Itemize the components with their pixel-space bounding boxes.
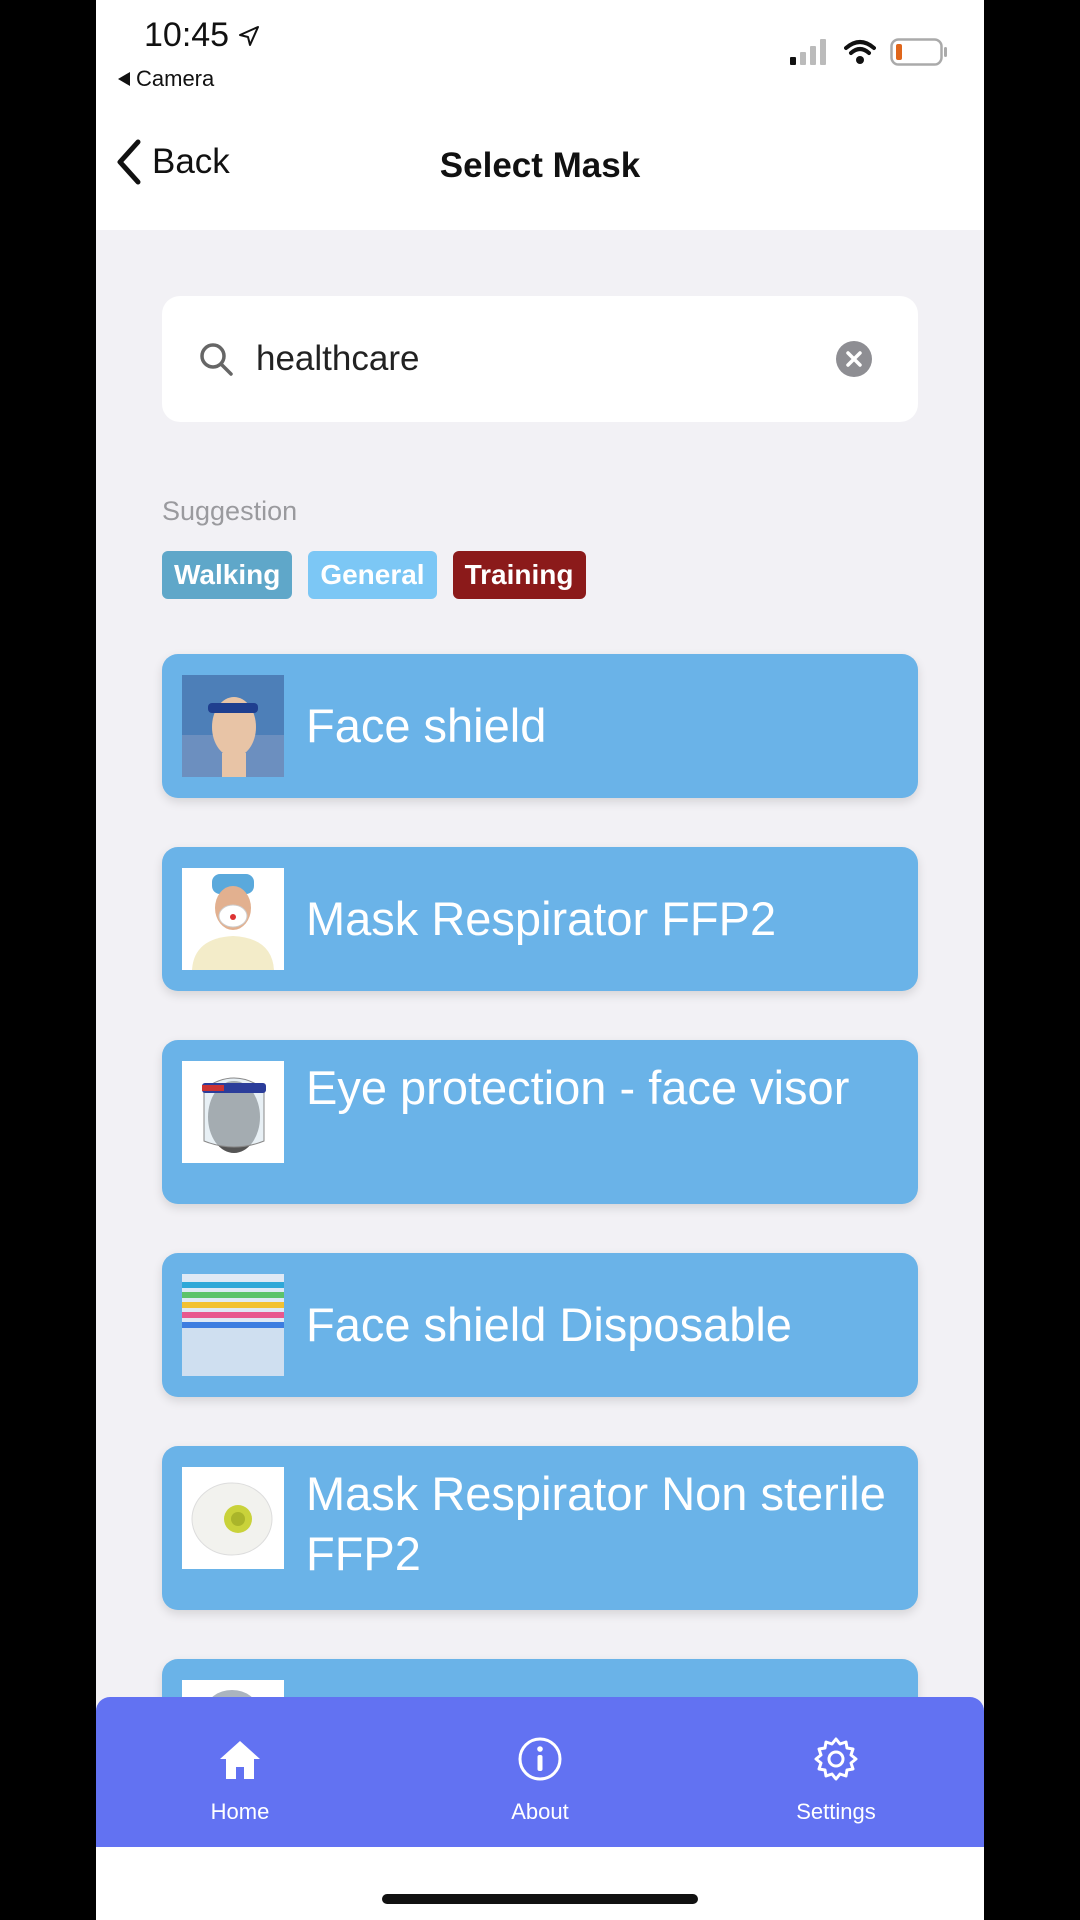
tab-settings[interactable]: Settings <box>736 1697 936 1847</box>
suggestion-label: Suggestion <box>162 496 298 526</box>
battery-icon <box>890 38 947 66</box>
chip-walking[interactable]: Walking <box>162 551 293 599</box>
back-triangle-icon <box>118 72 130 86</box>
tab-about-label: About <box>511 1799 569 1824</box>
tab-home-label: Home <box>210 1799 270 1824</box>
mask-name: Face shield Disposable <box>306 1298 792 1351</box>
respirator-with-valve-icon <box>182 1467 284 1569</box>
face-visor-icon <box>182 1061 284 1163</box>
search-icon <box>200 343 233 376</box>
location-arrow-icon <box>239 25 260 46</box>
search-bar <box>162 296 918 422</box>
mask-name: Mask Respirator Non sterile FFP2 <box>306 1467 886 1580</box>
chip-training[interactable]: Training <box>452 551 586 599</box>
face-shield-headband-icon <box>182 675 284 777</box>
signal-icon <box>790 39 826 65</box>
suggestion-chips: Walking General Training <box>162 551 586 599</box>
page-title: Select Mask <box>439 146 641 185</box>
bottom-tab-bar: Home About Settings <box>96 1697 984 1847</box>
chip-general[interactable]: General <box>308 551 437 599</box>
status-time: 10:45 <box>144 16 261 55</box>
clear-search-button[interactable] <box>836 341 872 377</box>
tab-about[interactable]: About <box>440 1697 640 1847</box>
tab-settings-label: Settings <box>796 1799 876 1824</box>
search-input[interactable] <box>256 334 816 384</box>
back-to-app-link[interactable]: Camera <box>118 66 214 92</box>
status-icons <box>790 38 948 66</box>
mask-list-item[interactable]: Eye protection - face visor <box>162 1040 918 1204</box>
info-icon <box>518 1737 562 1781</box>
mask-name: Face shield <box>306 699 547 752</box>
back-app-label: Camera <box>136 66 215 91</box>
home-icon <box>220 1741 260 1779</box>
stacked-disposable-shields-icon <box>182 1274 284 1376</box>
mask-list-item[interactable]: Face shield Disposable <box>162 1253 918 1397</box>
person-wearing-respirator-icon <box>182 868 284 970</box>
mask-name: Mask Respirator FFP2 <box>306 892 777 945</box>
home-indicator-area <box>96 1847 984 1920</box>
time-text: 10:45 <box>144 16 230 54</box>
mask-list-item[interactable]: Mask Respirator Non sterile FFP2 <box>162 1446 918 1610</box>
close-icon <box>846 351 862 367</box>
app-screen: 10:45 Camera Back Select Mask healthcare… <box>96 0 984 1920</box>
wifi-icon <box>844 40 876 64</box>
mask-name: Eye protection - face visor <box>306 1061 850 1114</box>
mask-list-item[interactable]: Face shield <box>162 654 918 798</box>
navigation-header: 10:45 Camera Back Select Mask <box>96 0 984 230</box>
gear-icon <box>814 1737 858 1781</box>
home-indicator[interactable] <box>382 1894 698 1904</box>
tab-home[interactable]: Home <box>140 1697 340 1847</box>
mask-list-item[interactable]: Mask Respirator FFP2 <box>162 847 918 991</box>
